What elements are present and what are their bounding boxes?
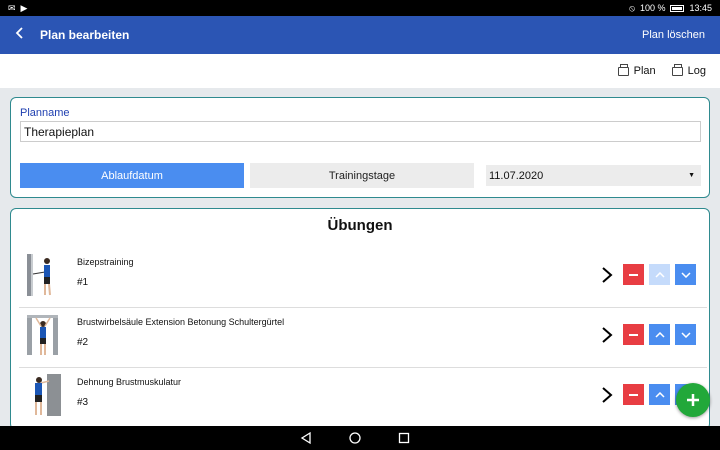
system-nav-bar <box>0 426 720 450</box>
chevron-up-icon <box>654 331 665 338</box>
plan-name-input[interactable]: Therapieplan <box>20 121 701 142</box>
exercise-thumbnail <box>35 374 61 416</box>
app-bar: Plan bearbeiten Plan löschen <box>0 16 720 54</box>
back-button[interactable] <box>0 26 40 44</box>
page-title: Plan bearbeiten <box>40 28 130 42</box>
training-days-button[interactable]: Trainingstage <box>250 163 474 188</box>
print-plan-label: Plan <box>633 65 656 77</box>
print-log-button[interactable]: Log <box>671 63 706 77</box>
battery-icon <box>670 4 685 12</box>
minus-icon <box>629 333 638 336</box>
delete-plan-button[interactable]: Plan löschen <box>642 29 705 41</box>
move-down-button[interactable] <box>675 264 696 285</box>
nav-home-icon[interactable] <box>348 431 362 445</box>
chevron-up-icon <box>654 391 665 398</box>
chevron-right-icon[interactable] <box>601 386 613 404</box>
delete-exercise-button[interactable] <box>623 324 644 345</box>
nav-recents-icon[interactable] <box>397 431 411 445</box>
minus-icon <box>629 273 638 276</box>
chevron-down-icon <box>680 331 691 338</box>
chevron-up-icon <box>654 271 665 278</box>
delete-exercise-button[interactable] <box>623 384 644 405</box>
mute-icon: ⦸ <box>629 2 635 13</box>
print-toolbar: Plan Log <box>0 54 720 88</box>
clock: 13:45 <box>689 3 712 13</box>
status-bar: ✉ ▶ ⦸ 100 % 13:45 <box>0 0 720 16</box>
move-down-button[interactable] <box>675 324 696 345</box>
plus-icon <box>687 394 699 406</box>
exercise-thumbnail <box>27 315 58 355</box>
printer-icon <box>617 63 629 76</box>
exercise-number: #2 <box>77 337 89 348</box>
move-up-button[interactable] <box>649 384 670 405</box>
dropdown-caret-icon: ▼ <box>688 172 695 179</box>
exercises-title: Übungen <box>327 217 393 234</box>
minus-icon <box>629 393 638 396</box>
nav-back-icon[interactable] <box>299 431 313 445</box>
exercise-name: Bizepstraining <box>77 257 134 267</box>
plan-name-label: Planname <box>20 107 70 119</box>
plan-card: Planname Therapieplan Ablaufdatum Traini… <box>10 97 710 198</box>
print-log-label: Log <box>687 65 706 77</box>
date-select[interactable]: 11.07.2020 ▼ <box>486 165 701 186</box>
play-icon: ▶ <box>20 2 28 13</box>
exercise-row: Bizepstraining #1 <box>19 249 707 308</box>
exercises-card: Übungen Bizepstraining #1 Brustwirbelsäu… <box>10 208 710 430</box>
exercise-row: Dehnung Brustmuskulatur #3 <box>19 369 707 428</box>
add-exercise-button[interactable] <box>676 383 710 417</box>
move-up-button[interactable] <box>649 264 670 285</box>
battery-text: 100 % <box>639 3 666 13</box>
expiry-date-button[interactable]: Ablaufdatum <box>20 163 244 188</box>
chevron-right-icon[interactable] <box>601 326 613 344</box>
delete-exercise-button[interactable] <box>623 264 644 285</box>
chevron-down-icon <box>680 271 691 278</box>
print-plan-button[interactable]: Plan <box>617 63 656 77</box>
back-arrow-icon <box>15 27 23 39</box>
move-up-button[interactable] <box>649 324 670 345</box>
exercise-number: #3 <box>77 397 89 408</box>
chevron-right-icon[interactable] <box>601 266 613 284</box>
mail-icon: ✉ <box>8 2 16 13</box>
exercise-name: Dehnung Brustmuskulatur <box>77 377 182 387</box>
printer-icon <box>671 63 683 76</box>
exercise-number: #1 <box>77 277 89 288</box>
exercise-row: Brustwirbelsäule Extension Betonung Schu… <box>19 309 707 368</box>
exercise-name: Brustwirbelsäule Extension Betonung Schu… <box>77 317 285 327</box>
date-select-value: 11.07.2020 <box>489 169 544 182</box>
exercise-thumbnail <box>27 254 51 296</box>
